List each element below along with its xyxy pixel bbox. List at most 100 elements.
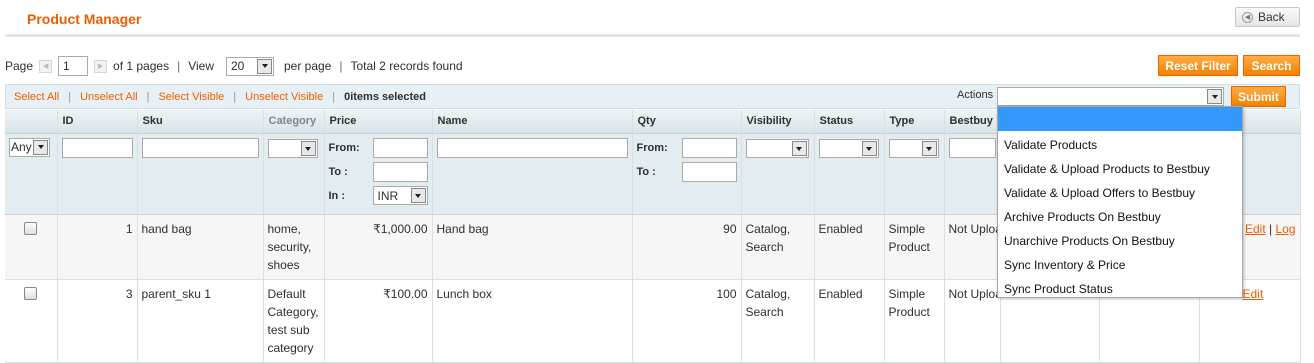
actions-menu-item[interactable]: Sync Product Status bbox=[998, 277, 1242, 301]
chevron-down-icon bbox=[921, 141, 937, 156]
cell-type: Simple Product bbox=[884, 214, 945, 280]
currency-select[interactable]: INR bbox=[372, 186, 428, 205]
any-value: Any bbox=[11, 140, 32, 154]
cell-status: Enabled bbox=[814, 279, 885, 363]
col-name[interactable]: Name bbox=[432, 110, 633, 134]
cell-bestbuy: Not Uploaded bbox=[944, 214, 1001, 280]
qty-to-input[interactable] bbox=[681, 161, 737, 182]
col-sku[interactable]: Sku bbox=[137, 110, 264, 134]
type-filter-select[interactable] bbox=[888, 139, 939, 158]
per-page-value: 20 bbox=[231, 59, 245, 73]
id-filter-input[interactable] bbox=[61, 137, 133, 158]
cell-qty: 100 bbox=[632, 279, 742, 363]
page-input[interactable]: 1 bbox=[58, 56, 89, 76]
actions-menu-item[interactable]: Validate & Upload Products to Bestbuy bbox=[998, 157, 1242, 181]
pager-separator: | bbox=[339, 59, 343, 73]
cell-id: 1 bbox=[57, 214, 138, 280]
total-records: Total 2 records found bbox=[350, 59, 463, 73]
page-label: Page bbox=[5, 59, 34, 73]
row-checkbox[interactable] bbox=[24, 221, 38, 235]
chevron-down-icon bbox=[300, 141, 316, 156]
per-page-text: per page bbox=[284, 59, 332, 73]
actions-label: Actions bbox=[957, 89, 994, 101]
cell-visibility: Catalog, Search bbox=[741, 214, 815, 280]
cell-name: Hand bag bbox=[432, 214, 633, 280]
name-filter-input[interactable] bbox=[436, 137, 628, 158]
unselect-all-link[interactable]: Unselect All bbox=[80, 91, 137, 103]
next-page-icon[interactable]: ▶ bbox=[94, 59, 108, 73]
price-to-input[interactable] bbox=[372, 161, 428, 182]
search-button[interactable]: Search bbox=[1243, 55, 1300, 76]
col-category: Category bbox=[263, 110, 325, 134]
header-divider bbox=[5, 34, 1300, 37]
col-status[interactable]: Status bbox=[814, 110, 885, 134]
qty-from-label: From: bbox=[636, 141, 668, 154]
of-pages-text: of 1 pages bbox=[113, 59, 170, 73]
per-page-select[interactable]: 20 bbox=[226, 56, 274, 76]
log-link[interactable]: Log bbox=[1275, 222, 1295, 236]
sku-filter-input[interactable] bbox=[141, 137, 259, 158]
filter-select: Any bbox=[5, 133, 58, 215]
view-label: View bbox=[188, 59, 214, 73]
price-from-label: From: bbox=[328, 141, 360, 154]
actions-menu-item[interactable]: Archive Products On Bestbuy bbox=[998, 205, 1242, 229]
actions-menu-item[interactable]: Unarchive Products On Bestbuy bbox=[998, 229, 1242, 253]
pager-separator: | bbox=[177, 59, 181, 73]
col-select bbox=[5, 110, 58, 134]
cell-price: ₹1,000.00 bbox=[324, 214, 433, 280]
cell-name: Lunch box bbox=[432, 279, 633, 363]
actions-select[interactable] bbox=[997, 87, 1224, 106]
cell-sku: parent_sku 1 bbox=[137, 279, 264, 363]
reset-filter-button[interactable]: Reset Filter bbox=[1158, 55, 1238, 76]
row-checkbox[interactable] bbox=[24, 286, 38, 300]
cell-id: 3 bbox=[57, 279, 138, 363]
qty-to-label: To : bbox=[636, 165, 656, 178]
cell-category: home, security, shoes bbox=[263, 214, 325, 280]
category-filter-select[interactable] bbox=[267, 139, 318, 158]
cell-category: Default Category, test sub category bbox=[263, 279, 325, 363]
chevron-down-icon bbox=[1207, 89, 1222, 104]
cell-price: ₹100.00 bbox=[324, 279, 433, 363]
actions-menu-item[interactable]: Validate & Upload Offers to Bestbuy bbox=[998, 181, 1242, 205]
col-qty[interactable]: Qty bbox=[632, 110, 742, 134]
actions-menu-item[interactable]: Sync Inventory & Price bbox=[998, 253, 1242, 277]
cell-type: Simple Product bbox=[884, 279, 945, 363]
col-price[interactable]: Price bbox=[324, 110, 433, 134]
status-filter-select[interactable] bbox=[818, 139, 879, 158]
selected-suffix: items selected bbox=[350, 90, 427, 103]
back-button[interactable]: ◀ Back bbox=[1235, 7, 1300, 27]
price-from-input[interactable] bbox=[372, 137, 428, 158]
select-visible-link[interactable]: Select Visible bbox=[158, 91, 224, 103]
actions-menu-item[interactable]: Validate Products bbox=[998, 133, 1242, 157]
chevron-down-icon bbox=[33, 139, 48, 155]
unselect-visible-link[interactable]: Unselect Visible bbox=[245, 91, 323, 103]
prev-page-icon[interactable]: ◀ bbox=[39, 59, 53, 73]
select-all-link[interactable]: Select All bbox=[14, 91, 59, 103]
edit-link[interactable]: Edit bbox=[1245, 222, 1266, 236]
pager: Page ◀ 1 ▶ of 1 pages | View 20 per page… bbox=[5, 54, 463, 78]
currency-label: In : bbox=[328, 189, 346, 202]
col-id[interactable]: ID bbox=[57, 110, 138, 134]
col-visibility[interactable]: Visibility bbox=[741, 110, 815, 134]
cell-bestbuy: Not Uploaded bbox=[944, 279, 1001, 363]
chevron-down-icon bbox=[791, 141, 807, 156]
visibility-filter-select[interactable] bbox=[745, 139, 809, 158]
cell-visibility: Catalog, Search bbox=[741, 279, 815, 363]
submit-button[interactable]: Submit bbox=[1231, 86, 1286, 107]
cell-qty: 90 bbox=[632, 214, 742, 280]
menu-item-empty-highlighted[interactable] bbox=[998, 107, 1242, 131]
page-header: Product Manager ◀ Back bbox=[0, 0, 1314, 36]
page-title: Product Manager bbox=[27, 11, 142, 27]
chevron-down-icon bbox=[410, 188, 426, 203]
any-select[interactable]: Any bbox=[9, 137, 50, 157]
back-label: Back bbox=[1258, 10, 1285, 24]
col-bestbuy[interactable]: Bestbuy bbox=[944, 110, 1001, 134]
cell-sku: hand bag bbox=[137, 214, 264, 280]
chevron-down-icon bbox=[861, 141, 877, 156]
qty-from-input[interactable] bbox=[681, 137, 737, 158]
bestbuy-filter-input[interactable] bbox=[948, 137, 996, 158]
chevron-down-icon bbox=[257, 58, 272, 74]
col-type[interactable]: Type bbox=[884, 110, 945, 134]
back-arrow-icon: ◀ bbox=[1242, 11, 1253, 23]
edit-link[interactable]: Edit bbox=[1243, 287, 1264, 301]
